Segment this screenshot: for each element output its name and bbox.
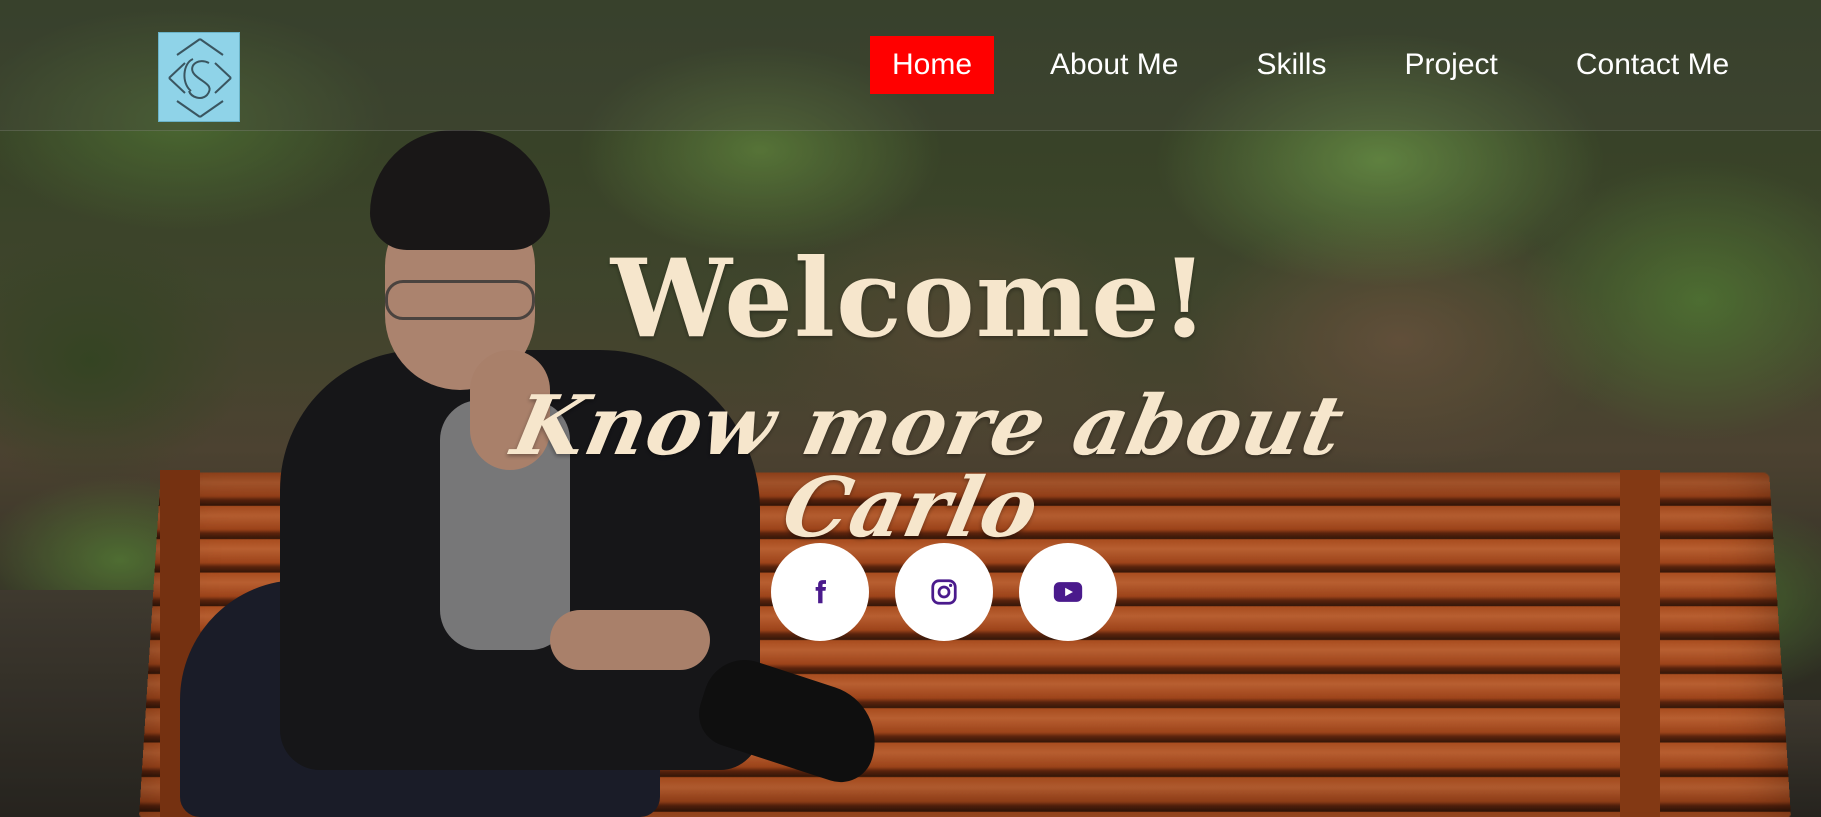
- social-links: [771, 543, 1117, 641]
- main-nav: Home About Me Skills Project Contact Me: [870, 36, 1751, 94]
- nav-project[interactable]: Project: [1382, 36, 1519, 94]
- nav-about-me[interactable]: About Me: [1028, 36, 1200, 94]
- nav-contact-me[interactable]: Contact Me: [1554, 36, 1751, 94]
- nav-skills[interactable]: Skills: [1234, 36, 1348, 94]
- facebook-icon: [815, 580, 826, 604]
- logo[interactable]: [158, 32, 240, 122]
- cs-monogram-logo-icon: [168, 38, 232, 118]
- facebook-button[interactable]: [771, 543, 869, 641]
- youtube-icon: [1053, 582, 1083, 602]
- nav-home[interactable]: Home: [870, 36, 995, 94]
- site-header: Home About Me Skills Project Contact Me: [0, 0, 1821, 131]
- instagram-icon: [931, 579, 957, 605]
- hero-title: Welcome!: [610, 236, 1210, 362]
- hero-subtitle: Know more about Carlo: [504, 378, 1353, 556]
- youtube-button[interactable]: [1019, 543, 1117, 641]
- instagram-button[interactable]: [895, 543, 993, 641]
